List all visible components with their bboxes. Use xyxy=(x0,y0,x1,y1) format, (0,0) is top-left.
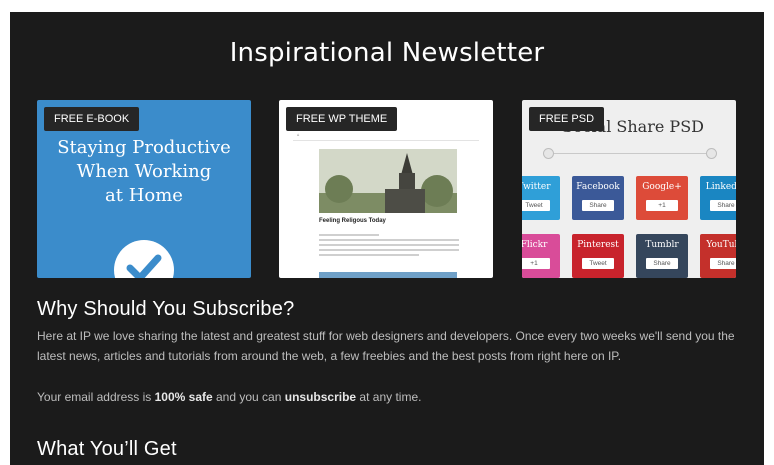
checkmark-icon xyxy=(114,240,174,278)
wp-preview-post-title: Feeling Religous Today xyxy=(319,218,386,224)
psd-preview-divider xyxy=(546,153,714,154)
safety-text-bold-unsubscribe: unsubscribe xyxy=(284,390,357,404)
wp-preview-footer-image xyxy=(319,272,457,278)
psd-tile-label: Tumblr xyxy=(645,240,679,250)
psd-tile-button: Share xyxy=(582,200,614,211)
psd-tile-youtube: YouTube Share xyxy=(700,234,736,278)
card-free-psd[interactable]: Social Share PSD Twitter Tweet Facebook … xyxy=(522,100,736,278)
psd-tile-button: Tweet xyxy=(582,258,614,269)
psd-tile-label: LinkedIn xyxy=(705,182,736,192)
home-icon: ⌂ xyxy=(297,132,300,137)
wp-preview-photo xyxy=(319,149,457,213)
psd-tile-tumblr: Tumblr Share xyxy=(636,234,688,278)
psd-tile-pinterest: Pinterest Tweet xyxy=(572,234,624,278)
why-subscribe-heading: Why Should You Subscribe? xyxy=(37,298,295,320)
safety-paragraph: Your email address is 100% safe and you … xyxy=(37,387,737,407)
psd-tile-label: Google+ xyxy=(642,182,682,192)
badge-free-wp-theme: FREE WP THEME xyxy=(286,107,398,131)
psd-tile-flickr: Flickr +1 xyxy=(522,234,560,278)
wp-preview-text-lines xyxy=(319,234,459,259)
safety-text-pre: Your email address is xyxy=(37,390,155,404)
badge-free-ebook: FREE E-BOOK xyxy=(44,107,140,131)
wp-preview-nav: ⌂ xyxy=(293,130,479,141)
psd-tile-button: Share xyxy=(710,200,736,211)
psd-tile-linkedin: LinkedIn Share xyxy=(700,176,736,220)
page-title: Inspirational Newsletter xyxy=(229,38,545,68)
psd-tile-googleplus: Google+ +1 xyxy=(636,176,688,220)
psd-tile-facebook: Facebook Share xyxy=(572,176,624,220)
ebook-title-line-3: at Home xyxy=(105,185,183,206)
psd-tile-label: YouTube xyxy=(706,240,736,250)
card-free-wp-theme[interactable]: on ⌂ Feeling Religous Today FREE WP THEM… xyxy=(279,100,493,278)
psd-tile-label: Pinterest xyxy=(577,240,619,250)
psd-tile-button: Tweet xyxy=(522,200,550,211)
psd-preview-dot-right xyxy=(706,148,717,159)
why-subscribe-paragraph: Here at IP we love sharing the latest an… xyxy=(37,329,735,363)
safety-text-bold-safe: 100% safe xyxy=(154,390,213,404)
psd-tile-button: Share xyxy=(646,258,678,269)
badge-free-psd: FREE PSD xyxy=(529,107,605,131)
safety-text-mid: and you can xyxy=(212,390,285,404)
safety-text-post: at any time. xyxy=(356,390,422,404)
psd-tile-label: Flickr xyxy=(522,240,548,250)
ebook-cover-title: Staying Productive When Working at Home xyxy=(37,136,251,208)
ebook-title-line-1: Staying Productive xyxy=(57,137,231,158)
ebook-title-line-2: When Working xyxy=(76,161,212,182)
psd-tile-twitter: Twitter Tweet xyxy=(522,176,560,220)
psd-tile-button: Share xyxy=(710,258,736,269)
psd-tile-label: Facebook xyxy=(576,182,620,192)
psd-tile-label: Twitter xyxy=(522,182,551,192)
psd-preview-dot-left xyxy=(543,148,554,159)
psd-tile-button: +1 xyxy=(646,200,678,211)
psd-tile-button: +1 xyxy=(522,258,550,269)
what-you-get-heading: What You’ll Get xyxy=(37,438,177,460)
newsletter-panel: Inspirational Newsletter FREE E-BOOK Sta… xyxy=(10,12,764,465)
card-free-ebook[interactable]: FREE E-BOOK Staying Productive When Work… xyxy=(37,100,251,278)
